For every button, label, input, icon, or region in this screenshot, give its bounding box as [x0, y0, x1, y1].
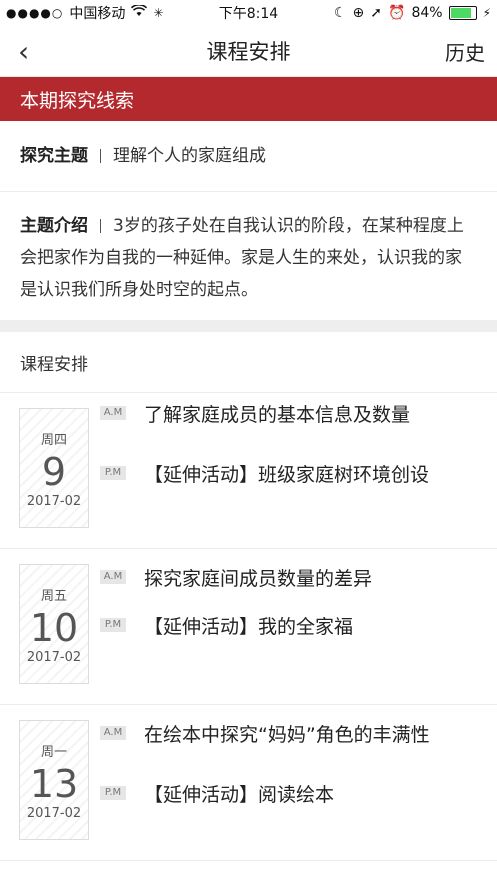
schedule-title: 课程安排 — [20, 354, 88, 375]
status-bar: ●●●●○ 中国移动 ✳ 下午8:14 ☾ ⊕ ➚ ⏰ 84% ⚡ — [0, 0, 497, 26]
divider — [100, 149, 101, 163]
pm-tag: P.M — [100, 786, 126, 800]
am-slot[interactable]: A.M 探究家庭间成员数量的差异 — [100, 565, 457, 593]
day-number: 10 — [29, 606, 79, 650]
schedule-day[interactable]: 周五 10 2017-02 A.M 探究家庭间成员数量的差异 P.M 【延伸活动… — [0, 549, 497, 705]
weekday: 周五 — [40, 589, 67, 604]
pm-tag: P.M — [100, 466, 126, 480]
day-number: 9 — [41, 450, 67, 494]
am-activity: 探究家庭间成员数量的差异 — [144, 568, 373, 590]
date-box: 周一 13 2017-02 — [19, 720, 89, 840]
topic-row: 探究主题 理解个人的家庭组成 — [0, 121, 497, 192]
schedule-header: 课程安排 — [0, 332, 497, 393]
am-tag: A.M — [100, 726, 126, 740]
schedule-day[interactable]: 周四 9 2017-02 A.M 了解家庭成员的基本信息及数量 P.M 【延伸活… — [0, 393, 497, 549]
pm-tag: P.M — [100, 618, 126, 632]
month: 2017-02 — [26, 806, 82, 821]
am-tag: A.M — [100, 570, 126, 584]
intro-row: 主题介绍 3岁的孩子处在自我认识的阶段，在某种程度上会把家作为自我的一种延伸。家是… — [0, 192, 497, 320]
intro-label: 主题介绍 — [20, 216, 88, 236]
clue-header: 本期探究线索 — [0, 77, 497, 121]
weekday: 周四 — [40, 433, 67, 448]
pm-slot[interactable]: P.M 【延伸活动】班级家庭树环境创设 — [100, 461, 457, 489]
weekday: 周一 — [40, 745, 67, 760]
status-time: 下午8:14 — [218, 6, 279, 22]
pm-activity: 【延伸活动】我的全家福 — [144, 616, 354, 638]
battery-icon — [448, 6, 477, 20]
day-number: 13 — [29, 762, 79, 806]
date-box: 周五 10 2017-02 — [19, 564, 89, 684]
topic-value: 理解个人的家庭组成 — [113, 146, 266, 166]
am-slot[interactable]: A.M 在绘本中探究“妈妈”角色的丰满性 — [100, 721, 457, 749]
nav-bar: ‹ 课程安排 历史 — [0, 26, 497, 77]
am-activity: 了解家庭成员的基本信息及数量 — [144, 404, 411, 426]
back-button[interactable]: ‹ — [0, 35, 78, 68]
schedule-day[interactable]: 周一 13 2017-02 A.M 在绘本中探究“妈妈”角色的丰满性 P.M 【… — [0, 705, 497, 861]
section-gap — [0, 320, 497, 332]
topic-label: 探究主题 — [20, 146, 88, 166]
pm-slot[interactable]: P.M 【延伸活动】阅读绘本 — [100, 781, 457, 809]
clue-header-label: 本期探究线索 — [20, 89, 135, 112]
am-slot[interactable]: A.M 了解家庭成员的基本信息及数量 — [100, 401, 457, 429]
divider — [100, 219, 101, 233]
month: 2017-02 — [26, 650, 82, 665]
back-icon: ‹ — [18, 34, 30, 68]
pm-slot[interactable]: P.M 【延伸活动】我的全家福 — [100, 613, 457, 641]
month: 2017-02 — [26, 494, 82, 509]
pm-activity: 【延伸活动】阅读绘本 — [144, 784, 335, 806]
history-button[interactable]: 历史 — [445, 37, 497, 66]
am-tag: A.M — [100, 406, 126, 420]
date-box: 周四 9 2017-02 — [19, 408, 89, 528]
pm-activity: 【延伸活动】班级家庭树环境创设 — [144, 464, 430, 486]
am-activity: 在绘本中探究“妈妈”角色的丰满性 — [144, 724, 430, 746]
